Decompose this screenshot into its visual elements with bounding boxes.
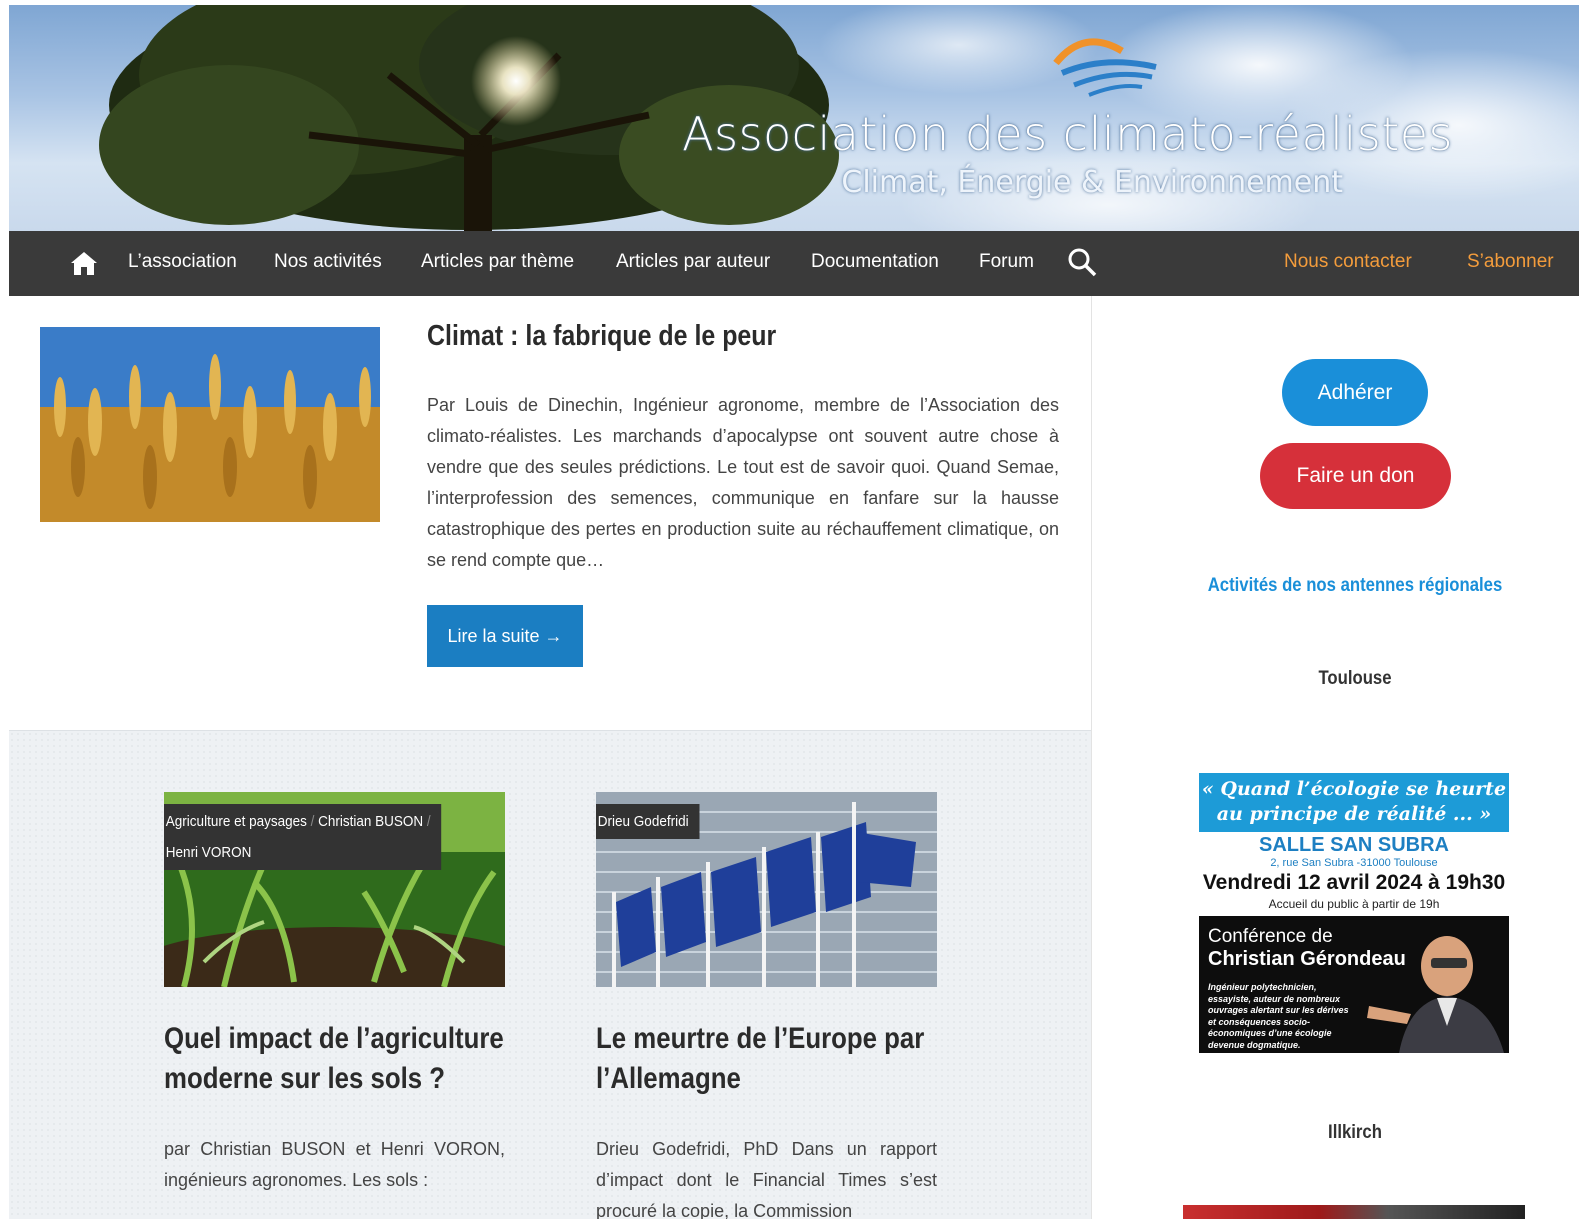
join-button[interactable]: Adhérer <box>1282 359 1428 426</box>
poster-conference-label: Conférence de <box>1208 926 1333 947</box>
poster-date: Vendredi 12 avril 2024 à 19h30 <box>1202 871 1506 894</box>
featured-article-image[interactable] <box>40 327 380 522</box>
poster-speaker-panel: Conférence de Christian Gérondeau Ingéni… <box>1199 916 1509 1053</box>
article-card-title[interactable]: Le meurtre de l’Europe par l’Allemagne <box>596 1019 940 1099</box>
poster-venue: SALLE SAN SUBRA <box>1258 834 1449 856</box>
poster-headline: « Quand l’écologie se heurte au principe… <box>1199 773 1509 832</box>
city-heading-illkirch: Illkirch <box>1328 1122 1382 1143</box>
nav-item-forum[interactable]: Forum <box>979 251 1034 273</box>
author-link[interactable]: Drieu Godefridi <box>598 813 689 830</box>
city-heading-toulouse: Toulouse <box>1318 668 1392 689</box>
donate-button[interactable]: Faire un don <box>1260 443 1451 509</box>
regional-activities-heading[interactable]: Activités de nos antennes régionales <box>1140 575 1569 597</box>
wheat-image <box>40 327 380 522</box>
article-card-excerpt: par Christian BUSON et Henri VORON, ingé… <box>164 1139 505 1190</box>
header-banner: Association des climato-réalistes Climat… <box>9 5 1579 231</box>
main-nav: L’association Nos activités Articles par… <box>9 231 1579 296</box>
read-more-button[interactable]: Lire la suite → <box>427 605 583 667</box>
logo-icon <box>1053 38 1157 97</box>
search-icon[interactable] <box>1067 247 1097 277</box>
category-link[interactable]: Agriculture et paysages <box>166 813 307 830</box>
article-card-image[interactable]: Agriculture et paysages / Christian BUSO… <box>164 792 505 987</box>
nav-subscribe-link[interactable]: S’abonner <box>1467 251 1554 273</box>
poster-speaker-desc: Ingénieur polytechnicien, essayiste, aut… <box>1208 982 1349 1050</box>
article-card-title[interactable]: Quel impact de l’agriculture moderne sur… <box>164 1019 508 1099</box>
nav-item-articles-auteur[interactable]: Articles par auteur <box>616 251 770 273</box>
nav-item-articles-theme[interactable]: Articles par thème <box>421 251 574 273</box>
poster-welcome: Accueil du public à partir de 19h <box>1268 897 1440 911</box>
author-link[interactable]: Christian BUSON <box>318 813 423 830</box>
featured-article-excerpt: Par Louis de Dinechin, Ingénieur agronom… <box>427 395 1059 570</box>
home-icon[interactable] <box>69 249 99 277</box>
category-badge: Drieu Godefridi <box>596 804 700 839</box>
featured-article: Climat : la fabrique de le peur Par Loui… <box>9 296 1091 730</box>
nav-item-documentation[interactable]: Documentation <box>811 251 939 273</box>
nav-item-association[interactable]: L’association <box>128 251 237 273</box>
event-poster[interactable]: « Quand l’écologie se heurte au principe… <box>1199 773 1509 1054</box>
nav-item-activites[interactable]: Nos activités <box>274 251 382 273</box>
article-card: Drieu Godefridi Le meurtre de l’Europe p… <box>596 792 937 1219</box>
site-tagline: Climat, Énergie & Environnement <box>841 165 1343 200</box>
poster-address: 2, rue San Subra -31000 Toulouse <box>1270 857 1438 869</box>
nav-contact-link[interactable]: Nous contacter <box>1284 251 1412 273</box>
author-link[interactable]: Henri VORON <box>166 844 252 861</box>
article-card-excerpt: Drieu Godefridi, PhD Dans un rapport d’i… <box>596 1139 937 1219</box>
speaker-photo <box>1367 936 1504 1053</box>
sidebar: Adhérer Faire un don Activités de nos an… <box>1091 296 1579 1219</box>
next-poster-preview[interactable] <box>1183 1205 1525 1219</box>
category-badge: Agriculture et paysages / Christian BUSO… <box>164 804 442 870</box>
article-card: Agriculture et paysages / Christian BUSO… <box>164 792 505 1196</box>
articles-grid: Agriculture et paysages / Christian BUSO… <box>9 730 1091 1219</box>
article-card-image[interactable]: Drieu Godefridi <box>596 792 937 987</box>
featured-article-title[interactable]: Climat : la fabrique de le peur <box>427 320 776 353</box>
site-title[interactable]: Association des climato-réalistes <box>682 107 1453 161</box>
